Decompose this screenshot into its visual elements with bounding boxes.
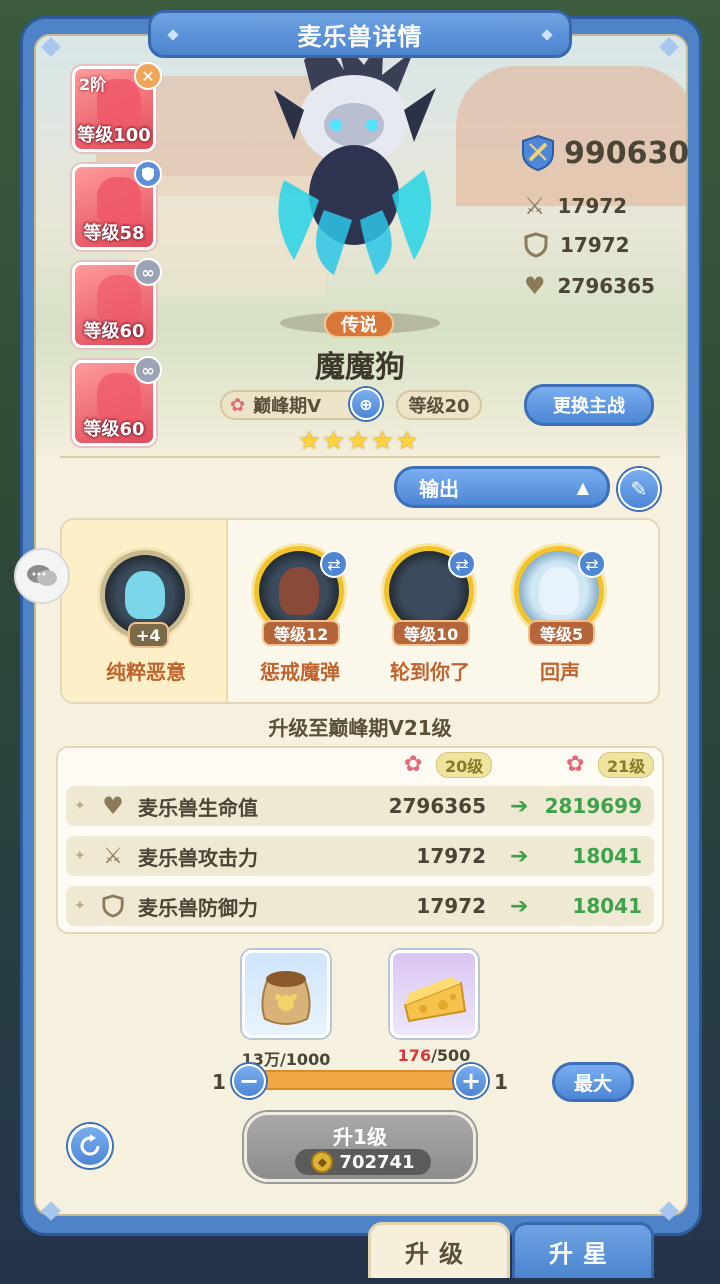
flower-icon: ✿ xyxy=(230,394,246,416)
row-label: 麦乐兽生命值 xyxy=(138,795,258,820)
heart-icon: ♥ xyxy=(102,792,124,820)
divider xyxy=(60,456,660,458)
coin-icon: ◆ xyxy=(311,1151,334,1173)
card-tier: 2阶 xyxy=(79,75,107,94)
card-level: 等级100 xyxy=(77,125,151,146)
star-icon: ★ xyxy=(322,426,345,455)
edit-icon[interactable]: ✎ xyxy=(618,468,660,510)
level-up-label: 升1级 xyxy=(333,1125,387,1149)
stat-attack: ⚔ 17972 xyxy=(524,192,627,220)
skill-level-4: 等级5 xyxy=(528,620,596,646)
close-icon[interactable]: ✕ xyxy=(134,62,162,90)
star-icon: ★ xyxy=(395,426,419,455)
shield-icon xyxy=(134,160,162,188)
power-shield-icon xyxy=(522,134,554,172)
quantity-max: 1 xyxy=(494,1070,508,1094)
row-label: 麦乐兽防御力 xyxy=(138,895,258,920)
skill-plus-badge: +4 xyxy=(128,622,169,648)
shield-icon xyxy=(98,891,128,921)
quantity-slider[interactable] xyxy=(240,1070,486,1090)
tab-star[interactable]: 升星 xyxy=(512,1222,654,1278)
stat-defense-value: 17972 xyxy=(560,233,630,257)
level-pill: 等级20 xyxy=(396,390,482,420)
skill-name-2: 惩戒魔弹 xyxy=(260,660,340,684)
material-1-need: /1000 xyxy=(279,1050,331,1069)
switch-main-button[interactable]: 更换主战 xyxy=(524,384,654,426)
swap-icon[interactable]: ⇄ xyxy=(448,550,476,578)
arrow-right-icon: ➔ xyxy=(510,843,529,869)
swords-icon: ⚔ xyxy=(103,843,123,869)
material-2-need: /500 xyxy=(431,1046,471,1065)
material-2-have: 176 xyxy=(397,1046,432,1065)
star-rating: ★ ★ ★ ★ ★ xyxy=(298,426,418,455)
max-button[interactable]: 最大 xyxy=(552,1062,634,1102)
stat-hp-value: 2796365 xyxy=(557,274,655,298)
stat-hp: ♥ 2796365 xyxy=(524,272,655,300)
skill-level-2: 等级12 xyxy=(262,620,341,646)
skill-name-3: 轮到你了 xyxy=(390,660,470,684)
combat-power: 990630 xyxy=(520,134,689,172)
combat-power-value: 990630 xyxy=(564,135,690,171)
upgrade-row-defense: ✦ 麦乐兽防御力 17972 ➔ 18041 xyxy=(66,886,654,926)
card-level: 等级60 xyxy=(83,321,145,342)
flower-icon: ✿ xyxy=(404,752,423,777)
skill-level-3: 等级10 xyxy=(392,620,471,646)
material-cheese[interactable] xyxy=(390,950,478,1038)
link-icon: ∞ xyxy=(134,258,162,286)
skill-name-4: 回声 xyxy=(540,660,580,684)
row-to: 18041 xyxy=(572,844,642,868)
level-up-cost: ◆ 702741 xyxy=(295,1149,431,1175)
skill-name-1: 纯粹恶意 xyxy=(106,660,186,684)
stat-defense: 17972 xyxy=(524,232,630,258)
chat-icon[interactable] xyxy=(14,548,70,604)
row-from: 17972 xyxy=(416,844,486,868)
refresh-icon[interactable] xyxy=(68,1124,112,1168)
star-icon: ★ xyxy=(298,426,321,455)
material-2-amount: 176/500 xyxy=(364,1046,504,1065)
from-level-tag: 20级 xyxy=(436,752,493,778)
quantity-min: 1 xyxy=(212,1070,226,1094)
role-select-value: 输出 xyxy=(419,476,459,501)
link-icon: ∞ xyxy=(134,356,162,384)
pet-name: 魔魔狗 xyxy=(315,350,405,385)
row-to: 2819699 xyxy=(544,794,642,818)
page-title: 麦乐兽详情 xyxy=(148,10,572,58)
star-icon: ★ xyxy=(371,426,394,455)
row-to: 18041 xyxy=(572,894,642,918)
upgrade-row-attack: ✦ ⚔ 麦乐兽攻击力 17972 ➔ 18041 xyxy=(66,836,654,876)
stage-label: 巅峰期V xyxy=(253,396,322,417)
arrow-right-icon: ➔ xyxy=(510,893,529,919)
card-level: 等级60 xyxy=(83,419,145,440)
swords-icon: ⚔ xyxy=(524,192,546,220)
material-food-bag[interactable] xyxy=(242,950,330,1038)
upgrade-row-hp: ✦ ♥ 麦乐兽生命值 2796365 ➔ 2819699 xyxy=(66,786,654,826)
row-from: 17972 xyxy=(416,894,486,918)
arrow-right-icon: ➔ xyxy=(510,793,529,819)
chevron-up-icon: ▲ xyxy=(576,477,589,497)
material-1-amount: 13万/1000 xyxy=(216,1046,356,1070)
to-level-tag: 21级 xyxy=(598,752,655,778)
shield-icon xyxy=(524,232,548,258)
role-select[interactable]: 输出 ▲ xyxy=(394,466,610,508)
page-title-text: 麦乐兽详情 xyxy=(297,22,423,51)
card-level: 等级58 xyxy=(83,223,145,244)
heart-icon: ♥ xyxy=(524,272,546,300)
upgrade-title: 升级至巅峰期V21级 xyxy=(268,716,452,740)
minus-icon[interactable]: − xyxy=(232,1064,266,1098)
plus-icon[interactable]: + xyxy=(454,1064,488,1098)
tab-upgrade[interactable]: 升级 xyxy=(368,1222,510,1278)
level-up-button[interactable]: 升1级 ◆ 702741 xyxy=(244,1112,476,1182)
swap-icon[interactable]: ⇄ xyxy=(320,550,348,578)
rarity-badge: 传说 xyxy=(324,310,394,338)
pet-illustration xyxy=(264,30,444,280)
swap-icon[interactable]: ⇄ xyxy=(578,550,606,578)
row-from: 2796365 xyxy=(388,794,486,818)
flower-icon: ✿ xyxy=(566,752,585,777)
star-icon: ★ xyxy=(346,426,370,455)
stat-attack-value: 17972 xyxy=(557,194,628,218)
magnify-icon[interactable]: ⊕ xyxy=(350,388,382,420)
row-label: 麦乐兽攻击力 xyxy=(138,845,258,870)
level-up-cost-value: 702741 xyxy=(339,1151,415,1173)
